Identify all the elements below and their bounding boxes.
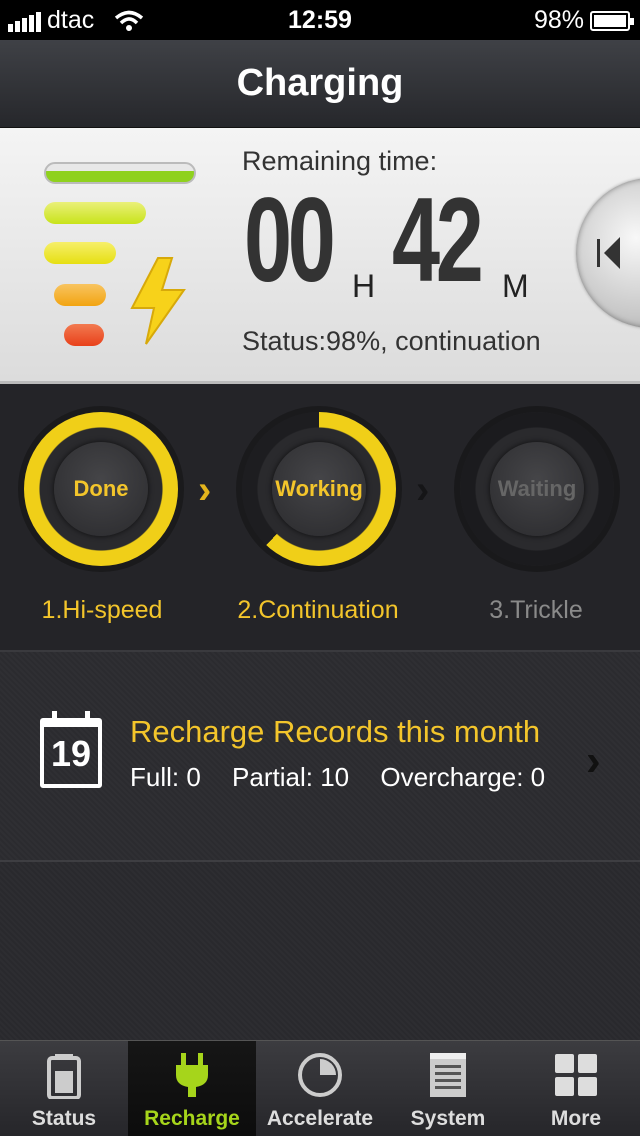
empty-area — [0, 862, 640, 1040]
hours-value: 00 — [244, 173, 336, 307]
speaker-left-icon — [597, 237, 620, 269]
tab-status[interactable]: Status — [0, 1041, 128, 1136]
stage-2-state: Working — [272, 442, 366, 536]
notepad-icon — [430, 1053, 466, 1097]
level-bar-3 — [44, 242, 116, 264]
battery-percent: 98% — [533, 6, 584, 34]
records-stats: Full: 0 Partial: 10 Overcharge: 0 — [130, 762, 569, 793]
level-bar-4 — [54, 284, 106, 306]
charging-stages: Done › Working › Waiting 1.Hi-speed 2.Co… — [0, 384, 640, 652]
tab-bar: Status Recharge Accelerate System More — [0, 1040, 640, 1136]
tab-system[interactable]: System — [384, 1041, 512, 1136]
tab-label: More — [550, 1107, 602, 1130]
battery-icon — [47, 1054, 81, 1099]
minutes-unit: M — [502, 268, 529, 304]
level-bar-5 — [64, 324, 104, 346]
stage-1-label: 1.Hi-speed — [41, 596, 163, 624]
stage-ring-working[interactable]: Working — [242, 412, 396, 566]
navigation-bar: Charging — [0, 40, 640, 128]
full-count: Full: 0 — [130, 762, 201, 792]
minutes-value: 42 — [392, 173, 484, 307]
page-title: Charging — [236, 62, 404, 104]
stage-3-label: 3.Trickle — [489, 596, 583, 624]
calendar-day: 19 — [50, 733, 92, 774]
battery-status-icon — [590, 10, 634, 31]
tab-label: Status — [31, 1107, 97, 1130]
grid-icon — [555, 1054, 597, 1096]
charge-card: Remaining time: 00 H 42 M Status:98%, co… — [0, 128, 640, 384]
partial-count: Partial: 10 — [232, 762, 350, 792]
calendar-icon: 19 — [40, 711, 102, 788]
stage-ring-waiting[interactable]: Waiting — [460, 412, 614, 566]
side-drawer-handle[interactable] — [576, 178, 640, 328]
stage-ring-done[interactable]: Done — [24, 412, 178, 566]
level-bar-1 — [44, 162, 196, 184]
records-title: Recharge Records this month — [130, 714, 541, 749]
chevron-right-icon: › — [198, 468, 212, 512]
chevron-right-icon: › — [416, 468, 430, 512]
stage-1-state: Done — [54, 442, 148, 536]
overcharge-count: Overcharge: 0 — [380, 762, 546, 792]
battery-area: 98% — [533, 6, 634, 35]
pie-icon — [298, 1053, 342, 1097]
tab-label: Accelerate — [266, 1107, 374, 1130]
stage-3-state: Waiting — [490, 442, 584, 536]
chevron-right-icon: › — [586, 736, 601, 785]
plug-icon — [176, 1053, 208, 1097]
tab-more[interactable]: More — [512, 1041, 640, 1136]
tab-label: Recharge — [144, 1107, 240, 1130]
stage-2-label: 2.Continuation — [237, 596, 399, 624]
level-bar-2 — [44, 202, 146, 224]
recharge-records-row[interactable]: 19 Recharge Records this month Full: 0 P… — [0, 652, 640, 862]
tab-label: System — [410, 1107, 486, 1130]
tab-accelerate[interactable]: Accelerate — [256, 1041, 384, 1136]
tab-recharge[interactable]: Recharge — [128, 1041, 256, 1136]
status-bar: dtac 12:59 98% — [0, 0, 640, 40]
charge-status: Status:98%, continuation — [242, 326, 541, 356]
lightning-icon — [130, 257, 186, 345]
hours-unit: H — [352, 268, 376, 304]
